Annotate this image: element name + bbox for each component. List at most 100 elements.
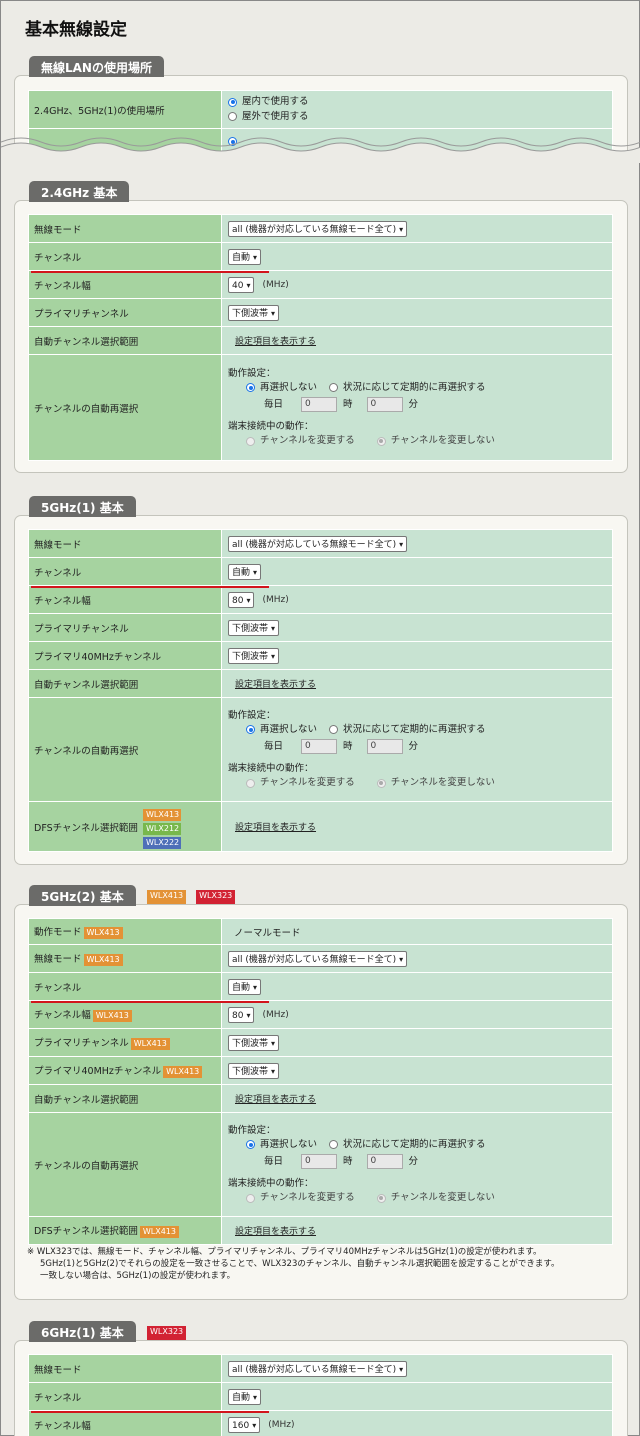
periodic-label: 状況に応じて定期的に再選択する: [343, 381, 486, 393]
link-show-range[interactable]: 設定項目を表示する: [235, 337, 316, 347]
tab-6ghz1: 6GHz(1) 基本: [29, 1321, 136, 1342]
label-width: チャンネル幅: [28, 585, 222, 614]
radio-change[interactable]: [246, 778, 255, 788]
link-show-range[interactable]: 設定項目を表示する: [235, 680, 316, 690]
highlight-underline: [31, 271, 269, 273]
daily-label: 毎日: [264, 1156, 284, 1167]
label-dfs: DFSチャンネル選択範囲 WLX413: [28, 1216, 222, 1245]
select-mode[interactable]: all (機器が対応している無線モード全て) ▾: [228, 950, 408, 967]
select-channel[interactable]: 自動 ▾: [228, 248, 262, 265]
radio-indoor[interactable]: [228, 97, 237, 107]
select-channel[interactable]: 自動 ▾: [228, 978, 262, 995]
radio-change[interactable]: [246, 1193, 255, 1203]
minute-input[interactable]: 0: [366, 1154, 403, 1169]
periodic-label: 状況に応じて定期的に再選択する: [343, 723, 486, 735]
label-range: 自動チャンネル選択範囲: [28, 326, 222, 355]
section-6ghz1: 6GHz(1) 基本 WLX323 無線モード all (機器が対応している無線…: [14, 1321, 628, 1436]
badge-wlx413: WLX413: [83, 926, 123, 939]
label-primary40: プライマリ40MHzチャンネル WLX413: [28, 1056, 222, 1085]
nochange-label: チャンネルを変更しない: [390, 777, 495, 788]
change-label: チャンネルを変更する: [260, 777, 355, 788]
link-show-range[interactable]: 設定項目を表示する: [235, 1095, 316, 1105]
select-channel[interactable]: 自動 ▾: [228, 563, 262, 580]
select-width[interactable]: 160 ▾: [228, 1416, 261, 1433]
highlight-underline: [31, 1001, 269, 1003]
radio-change[interactable]: [246, 436, 255, 446]
label-width: チャンネル幅 WLX413: [28, 1000, 222, 1029]
minute-label: 分: [408, 1156, 419, 1167]
radio-periodic[interactable]: [329, 383, 339, 392]
label-opmode: 動作モード WLX413: [28, 918, 222, 945]
label-channel: チャンネル: [28, 972, 269, 1003]
hour-input[interactable]: 0: [301, 739, 338, 754]
label-reselect: チャンネルの自動再選択: [28, 697, 222, 802]
select-mode[interactable]: all (機器が対応している無線モード全て) ▾: [228, 220, 408, 237]
select-width[interactable]: 80 ▾: [228, 591, 255, 608]
badge-wlx222: WLX222: [143, 837, 181, 849]
tab-5ghz2: 5GHz(2) 基本: [29, 885, 136, 906]
select-mode[interactable]: all (機器が対応している無線モード全て) ▾: [228, 1360, 408, 1377]
hour-input[interactable]: 0: [301, 397, 338, 412]
label-primary: プライマリチャンネル: [28, 613, 222, 642]
section-5ghz2: 5GHz(2) 基本 WLX413 WLX323 動作モード WLX413 ノーマ…: [14, 885, 628, 1300]
radio-periodic[interactable]: [329, 725, 339, 734]
link-show-dfs[interactable]: 設定項目を表示する: [235, 1227, 316, 1237]
minute-input[interactable]: 0: [366, 739, 403, 754]
label-reselect: チャンネルの自動再選択: [28, 354, 222, 461]
unit-mhz: (MHz): [268, 1420, 295, 1430]
highlight-underline: [31, 1411, 269, 1413]
label-channel: チャンネル: [28, 557, 269, 588]
section-5ghz1: 5GHz(1) 基本 無線モード all (機器が対応している無線モード全て) ▾…: [14, 496, 628, 865]
radio-outdoor[interactable]: [228, 112, 237, 121]
radio-no-reselect[interactable]: [246, 1140, 255, 1149]
dfs-badges: WLX413 WLX212 WLX222: [143, 809, 181, 849]
radio-no-reselect[interactable]: [246, 725, 255, 734]
tab-badges-6ghz1: WLX323: [145, 1326, 187, 1340]
table-5ghz1: 無線モード all (機器が対応している無線モード全て) ▾ チャンネル 自動 ▾ …: [28, 529, 613, 852]
radio-periodic[interactable]: [329, 1140, 339, 1149]
link-show-dfs[interactable]: 設定項目を表示する: [235, 823, 316, 833]
radio-nochange[interactable]: [376, 1193, 386, 1203]
select-width[interactable]: 80 ▾: [228, 1006, 255, 1023]
change-label: チャンネルを変更する: [260, 435, 355, 446]
badge-wlx413: WLX413: [130, 1037, 170, 1050]
badge-wlx413: WLX413: [143, 809, 181, 821]
daily-label: 毎日: [264, 399, 284, 410]
table-24ghz: 無線モード all (機器が対応している無線モード全て) ▾ チャンネル 自動 ▾ …: [28, 214, 613, 461]
table-6ghz1: 無線モード all (機器が対応している無線モード全て) ▾ チャンネル 自動 ▾ …: [28, 1354, 613, 1436]
radio-indoor-label: 屋内で使用する: [242, 96, 309, 107]
note-line2: 5GHz(1)と5GHz(2)でそれらの設定を一致させることで、WLX323のチ…: [40, 1259, 560, 1269]
select-channel[interactable]: 自動 ▾: [228, 1388, 262, 1405]
select-mode[interactable]: all (機器が対応している無線モード全て) ▾: [228, 535, 408, 552]
badge-wlx323: WLX323: [147, 1326, 187, 1340]
nochange-label: チャンネルを変更しない: [390, 435, 495, 446]
select-primary[interactable]: 下側波帯 ▾: [228, 1034, 280, 1051]
highlight-underline: [31, 586, 269, 588]
select-primary[interactable]: 下側波帯 ▾: [228, 304, 280, 321]
badge-wlx212: WLX212: [143, 823, 181, 835]
note-line3: 一致しない場合は、5GHz(1)の設定が使われます。: [40, 1271, 236, 1281]
label-mode: 無線モード: [28, 529, 222, 558]
select-primary40[interactable]: 下側波帯 ▾: [228, 1062, 280, 1079]
select-primary[interactable]: 下側波帯 ▾: [228, 619, 280, 636]
note-line1: ※ WLX323では、無線モード、チャンネル幅、プライマリチャンネル、プライマリ…: [27, 1247, 542, 1257]
cut-wave: [1, 137, 640, 163]
op-setting-label: 動作設定：: [228, 367, 276, 379]
radio-no-reselect[interactable]: [246, 383, 255, 392]
label-reselect: チャンネルの自動再選択: [28, 1112, 222, 1217]
select-primary40[interactable]: 下側波帯 ▾: [228, 647, 280, 664]
label-channel: チャンネル: [28, 242, 269, 273]
tab-24ghz: 2.4GHz 基本: [29, 181, 130, 202]
minute-input[interactable]: 0: [366, 397, 403, 412]
minute-label: 分: [408, 741, 419, 752]
page-title: 基本無線設定: [25, 20, 127, 40]
select-width[interactable]: 40 ▾: [228, 276, 255, 293]
unit-mhz: (MHz): [262, 280, 289, 290]
daily-label: 毎日: [264, 741, 284, 752]
radio-nochange[interactable]: [376, 778, 386, 788]
hour-input[interactable]: 0: [301, 1154, 338, 1169]
table-5ghz2: 動作モード WLX413 ノーマルモード 無線モード WLX413 all (機器が…: [28, 918, 613, 1245]
periodic-label: 状況に応じて定期的に再選択する: [343, 1138, 486, 1150]
radio-nochange[interactable]: [376, 436, 386, 446]
unit-mhz: (MHz): [262, 1010, 289, 1020]
